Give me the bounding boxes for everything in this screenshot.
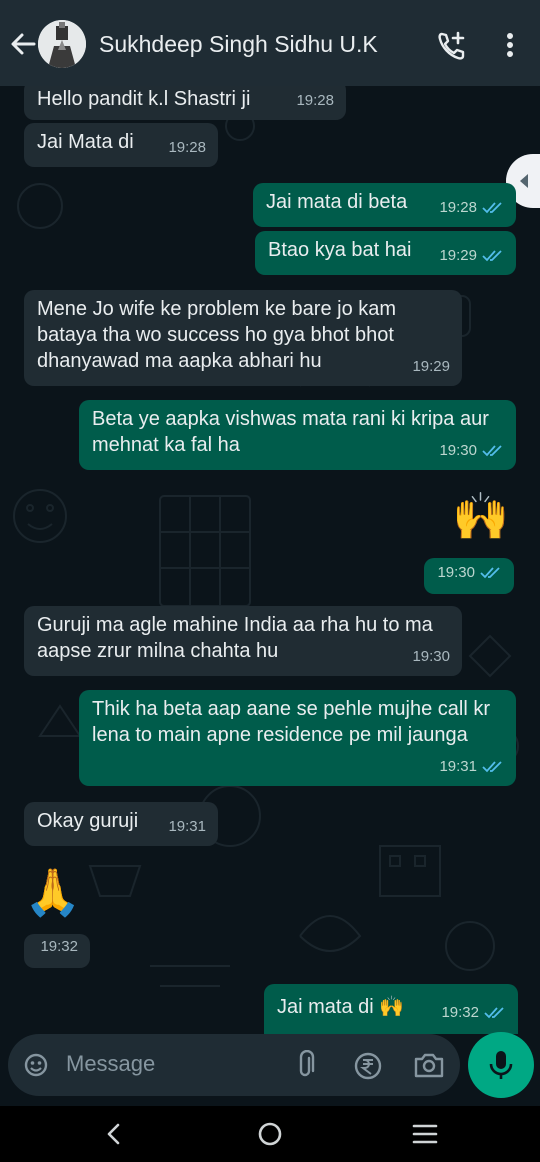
add-call-icon [438, 31, 465, 60]
message-incoming[interactable]: Hello pandit k.l Shastri ji 19:28 [24, 86, 346, 120]
nav-home-icon[interactable] [256, 1120, 284, 1148]
message-outgoing[interactable]: Jai mata di beta 19:28 [253, 183, 516, 227]
sticker-icon[interactable] [22, 1051, 50, 1079]
message-time: 19:32 [441, 1000, 506, 1026]
rupee-icon[interactable] [353, 1051, 383, 1081]
back-button[interactable] [8, 29, 38, 59]
more-options-button[interactable] [498, 30, 522, 60]
paperclip-icon[interactable] [292, 1050, 318, 1080]
message-time: 19:28 [296, 92, 334, 109]
message-outgoing[interactable]: Jai mata di 🙌 19:32 [264, 984, 518, 1034]
double-tick-icon [484, 1007, 504, 1019]
message-text: Hello pandit k.l Shastri ji [37, 88, 251, 110]
camera-icon[interactable] [413, 1050, 445, 1080]
add-call-button[interactable] [436, 30, 468, 62]
message-time: 19:29 [412, 358, 450, 375]
emoji-message[interactable]: 🙌 [452, 488, 509, 544]
message-outgoing[interactable]: Btao kya bat hai 19:29 [255, 231, 516, 275]
voice-record-button[interactable] [468, 1032, 534, 1098]
message-outgoing[interactable]: Beta ye aapka vishwas mata rani ki kripa… [79, 400, 516, 470]
double-tick-icon [482, 761, 502, 773]
chat-header: Sukhdeep Singh Sidhu U.K [0, 0, 540, 86]
message-list[interactable]: Hello pandit k.l Shastri ji 19:28 Jai Ma… [0, 86, 540, 1034]
double-tick-icon [482, 202, 502, 214]
message-incoming[interactable]: Jai Mata di 19:28 [24, 123, 218, 167]
contact-name[interactable]: Sukhdeep Singh Sidhu U.K [99, 31, 378, 58]
message-time: 19:30 [412, 648, 450, 665]
double-tick-icon [482, 445, 502, 457]
double-tick-icon [480, 567, 500, 579]
message-time: 19:30 [439, 438, 504, 464]
message-placeholder: Message [66, 1051, 156, 1076]
message-outgoing[interactable]: Thik ha beta aap aane se pehle mujhe cal… [79, 690, 516, 786]
message-time: 19:29 [439, 243, 504, 269]
message-time: 19:31 [168, 818, 206, 835]
message-text: Guruji ma agle mahine India aa rha hu to… [37, 614, 433, 662]
microphone-icon [489, 1051, 513, 1079]
nav-recents-icon[interactable] [411, 1120, 439, 1148]
message-time: 19:31 [439, 754, 504, 780]
arrow-left-icon [11, 33, 36, 55]
double-tick-icon [482, 250, 502, 262]
message-time: 19:28 [168, 139, 206, 156]
message-text: Thik ha beta aap aane se pehle mujhe cal… [92, 698, 491, 746]
message-input[interactable]: Message [8, 1034, 460, 1096]
emoji-message[interactable]: 🙏 [24, 862, 81, 922]
message-time: 19:28 [439, 195, 504, 221]
contact-avatar[interactable] [38, 20, 86, 68]
message-time: 19:32 [40, 938, 78, 955]
message-incoming-time: 19:32 [24, 934, 90, 968]
system-nav-bar [0, 1106, 540, 1162]
message-incoming[interactable]: Guruji ma agle mahine India aa rha hu to… [24, 606, 462, 676]
message-text: Mene Jo wife ke problem ke bare jo kam b… [37, 298, 397, 372]
message-incoming[interactable]: Okay guruji 19:31 [24, 802, 218, 846]
message-outgoing-time: 19:30 [424, 558, 514, 594]
more-vertical-icon [507, 33, 513, 57]
message-incoming[interactable]: Mene Jo wife ke problem ke bare jo kam b… [24, 290, 462, 386]
message-time: 19:30 [437, 560, 502, 586]
nav-back-icon[interactable] [100, 1120, 128, 1148]
